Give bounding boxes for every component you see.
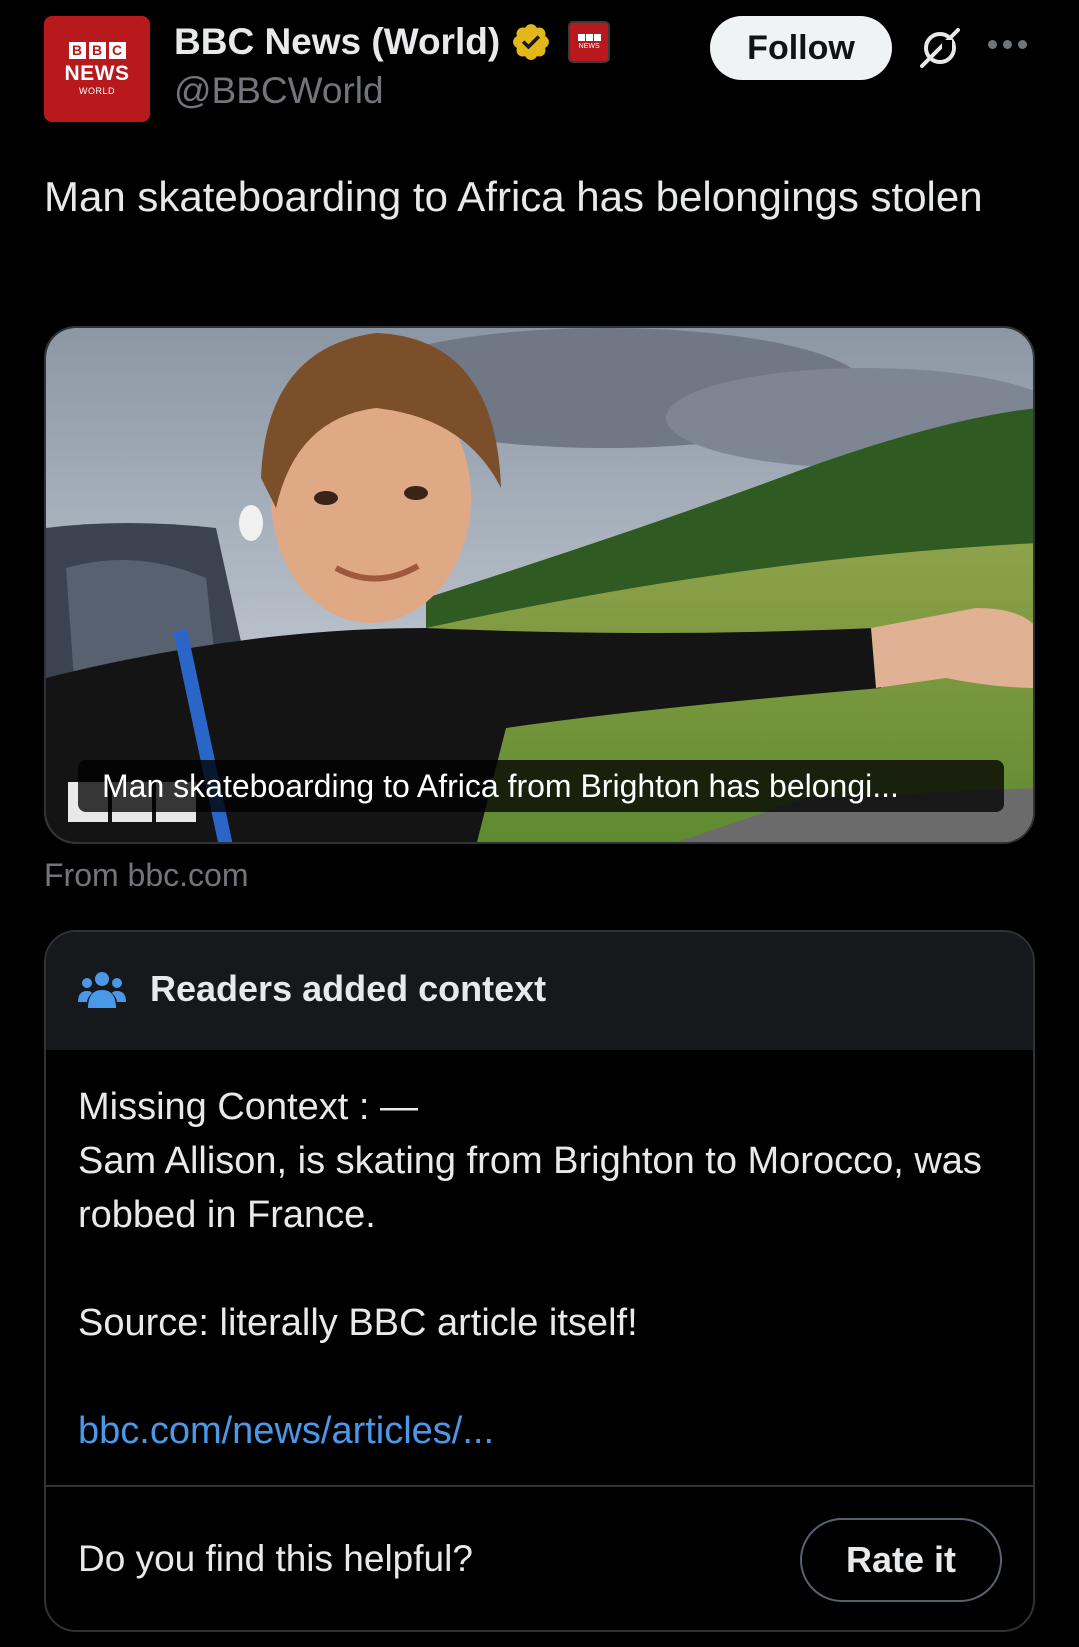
note-line-source: Source: literally BBC article itself!	[78, 1302, 638, 1344]
community-note: Readers added context Missing Context : …	[44, 930, 1035, 1632]
helpful-question: Do you find this helpful?	[78, 1538, 473, 1579]
note-divider	[46, 1485, 1033, 1487]
display-name[interactable]: BBC News (World)	[174, 21, 500, 63]
account-avatar[interactable]: B B C NEWS WORLD	[44, 16, 150, 122]
bbc-news-affiliate-icon[interactable]: NEWS	[568, 21, 611, 63]
avatar-block-3: C	[108, 41, 126, 59]
note-line-missing-context: Missing Context : —	[78, 1086, 418, 1128]
community-note-title: Readers added context	[150, 968, 547, 1009]
avatar-block-2: B	[88, 41, 106, 59]
account-handle[interactable]: @BBCWorld	[174, 70, 384, 112]
tweet-header: B B C NEWS WORLD BBC News (World) NEWS @…	[0, 0, 1079, 140]
display-name-row: BBC News (World) NEWS	[174, 18, 611, 66]
avatar-block-1: B	[68, 41, 86, 59]
link-card-caption[interactable]: Man skateboarding to Africa from Brighto…	[78, 760, 1004, 812]
link-source[interactable]: From bbc.com	[44, 857, 248, 894]
note-source-link[interactable]: bbc.com/news/articles/...	[78, 1404, 998, 1458]
more-options-icon[interactable]	[988, 40, 1032, 54]
community-note-body: Missing Context : — Sam Allison, is skat…	[78, 1080, 998, 1458]
community-note-header[interactable]: Readers added context	[46, 932, 1033, 1050]
follow-button[interactable]: Follow	[710, 16, 892, 80]
link-card-media[interactable]: Man skateboarding to Africa from Brighto…	[44, 326, 1035, 844]
note-line-explanation: Sam Allison, is skating from Brighton to…	[78, 1140, 982, 1236]
rate-it-button[interactable]: Rate it	[800, 1518, 1002, 1602]
people-icon	[78, 972, 126, 1008]
tweet-text: Man skateboarding to Africa has belongin…	[44, 173, 983, 220]
gold-verified-badge-icon[interactable]	[510, 21, 552, 63]
grok-icon[interactable]	[916, 24, 964, 72]
avatar-news-text: NEWS	[64, 61, 130, 85]
avatar-world-text: WORLD	[79, 85, 115, 96]
avatar-bbc-blocks: B B C	[68, 41, 126, 59]
